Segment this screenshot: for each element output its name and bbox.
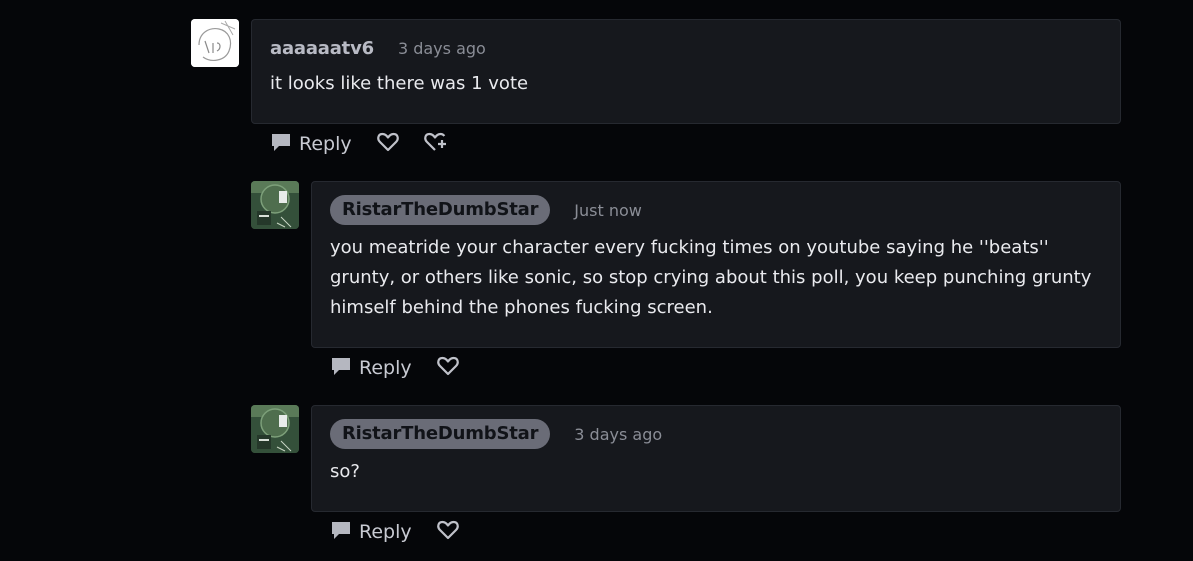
reply-label: Reply [299,133,352,155]
add-like-button[interactable] [423,130,449,158]
heart-icon [376,130,400,158]
comment-actions: Reply [270,131,449,157]
like-button[interactable] [436,518,460,546]
comment-card: aaaaaatv6 3 days ago it looks like there… [251,19,1121,124]
avatar[interactable] [251,405,299,453]
comment-text: you meatride your character every fuckin… [330,237,1092,318]
speech-bubble-icon [270,131,292,157]
heart-plus-icon [423,130,449,158]
reply-label: Reply [359,521,412,543]
comment-timestamp[interactable]: 3 days ago [398,39,486,58]
reply-button[interactable]: Reply [330,519,412,545]
reply-button[interactable]: Reply [330,355,412,381]
comment-author[interactable]: aaaaaatv6 [270,38,374,59]
comment-actions: Reply [330,519,460,545]
comment-author[interactable]: RistarTheDumbStar [330,195,551,225]
comment-timestamp[interactable]: 3 days ago [574,425,662,444]
reply-button[interactable]: Reply [270,131,352,157]
comment-actions: Reply [330,355,460,381]
like-button[interactable] [376,130,400,158]
avatar[interactable] [191,19,239,67]
speech-bubble-icon [330,355,352,381]
avatar[interactable] [251,181,299,229]
like-button[interactable] [436,354,460,382]
comment-text: so? [330,461,360,482]
comment-author[interactable]: RistarTheDumbStar [330,419,551,449]
comment-card: RistarTheDumbStar 3 days ago so? [311,405,1121,512]
comment-timestamp[interactable]: Just now [574,201,642,220]
speech-bubble-icon [330,519,352,545]
comment-text: it looks like there was 1 vote [270,73,529,94]
reply-label: Reply [359,357,412,379]
comment-card: RistarTheDumbStar Just now you meatride … [311,181,1121,348]
heart-icon [436,354,460,382]
heart-icon [436,518,460,546]
